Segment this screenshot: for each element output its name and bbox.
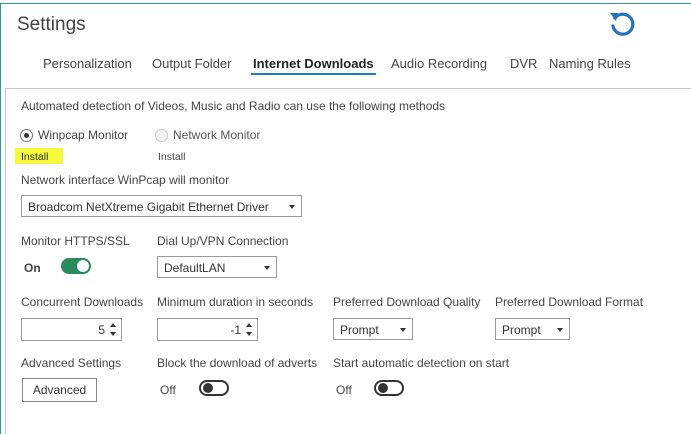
min-duration-stepper[interactable]: -1	[157, 318, 258, 341]
concurrent-label: Concurrent Downloads	[21, 295, 144, 309]
auto-detect-label: Start automatic detection on start	[333, 356, 510, 370]
chevron-down-icon	[289, 205, 295, 209]
advanced-button[interactable]: Advanced	[22, 378, 97, 402]
network-install-link[interactable]: Install	[158, 151, 185, 163]
network-interface-select[interactable]: Broadcom NetXtreme Gigabit Ethernet Driv…	[21, 195, 302, 217]
quality-value: Prompt	[340, 323, 379, 337]
concurrent-stepper[interactable]: 5	[21, 318, 122, 341]
page-title: Settings	[17, 14, 86, 35]
monitor-https-label: Monitor HTTPS/SSL	[21, 234, 130, 248]
decrement-icon[interactable]	[110, 332, 116, 336]
tab-audio-recording[interactable]: Audio Recording	[391, 56, 487, 71]
network-interface-value: Broadcom NetXtreme Gigabit Ethernet Driv…	[28, 200, 269, 214]
dialup-label: Dial Up/VPN Connection	[157, 234, 289, 248]
winpcap-label: Winpcap Monitor	[38, 128, 129, 142]
network-interface-label: Network interface WinPcap will monitor	[21, 173, 230, 187]
monitor-https-state: On	[24, 261, 41, 275]
network-monitor-label: Network Monitor	[173, 128, 261, 142]
quality-select[interactable]: Prompt	[333, 318, 413, 340]
min-duration-label: Minimum duration in seconds	[157, 295, 314, 309]
block-adverts-label: Block the download of adverts	[157, 356, 318, 370]
tab-naming-rules[interactable]: Naming Rules	[549, 56, 631, 71]
format-value: Prompt	[502, 323, 541, 337]
concurrent-value: 5	[98, 323, 105, 337]
tab-personalization[interactable]: Personalization	[43, 56, 132, 71]
quality-label: Preferred Download Quality	[333, 295, 481, 309]
block-adverts-toggle[interactable]	[199, 380, 229, 396]
block-adverts-state: Off	[160, 383, 176, 397]
auto-detect-toggle[interactable]	[374, 380, 404, 396]
chevron-down-icon	[557, 328, 563, 332]
dialup-value: DefaultLAN	[164, 261, 226, 275]
format-label: Preferred Download Format	[495, 295, 644, 309]
advanced-label: Advanced Settings	[21, 356, 122, 370]
window-top-border	[0, 3, 691, 4]
refresh-icon[interactable]	[606, 9, 638, 41]
tab-dvr[interactable]: DVR	[510, 56, 537, 71]
detection-description: Automated detection of Videos, Music and…	[21, 99, 446, 113]
min-duration-value: -1	[230, 323, 241, 337]
increment-icon[interactable]	[246, 323, 252, 327]
format-select[interactable]: Prompt	[495, 318, 570, 340]
increment-icon[interactable]	[110, 323, 116, 327]
dialup-select[interactable]: DefaultLAN	[157, 256, 277, 278]
chevron-down-icon	[400, 328, 406, 332]
monitor-https-toggle[interactable]	[61, 258, 91, 274]
tab-bar: Personalization Output Folder Internet D…	[0, 54, 691, 76]
decrement-icon[interactable]	[246, 332, 252, 336]
tab-output-folder[interactable]: Output Folder	[152, 56, 232, 71]
tab-internet-downloads[interactable]: Internet Downloads	[251, 56, 376, 75]
winpcap-radio[interactable]	[20, 129, 33, 142]
auto-detect-state: Off	[336, 383, 352, 397]
winpcap-install-link[interactable]: Install	[21, 151, 48, 163]
network-monitor-radio[interactable]	[155, 129, 168, 142]
chevron-down-icon	[264, 266, 270, 270]
